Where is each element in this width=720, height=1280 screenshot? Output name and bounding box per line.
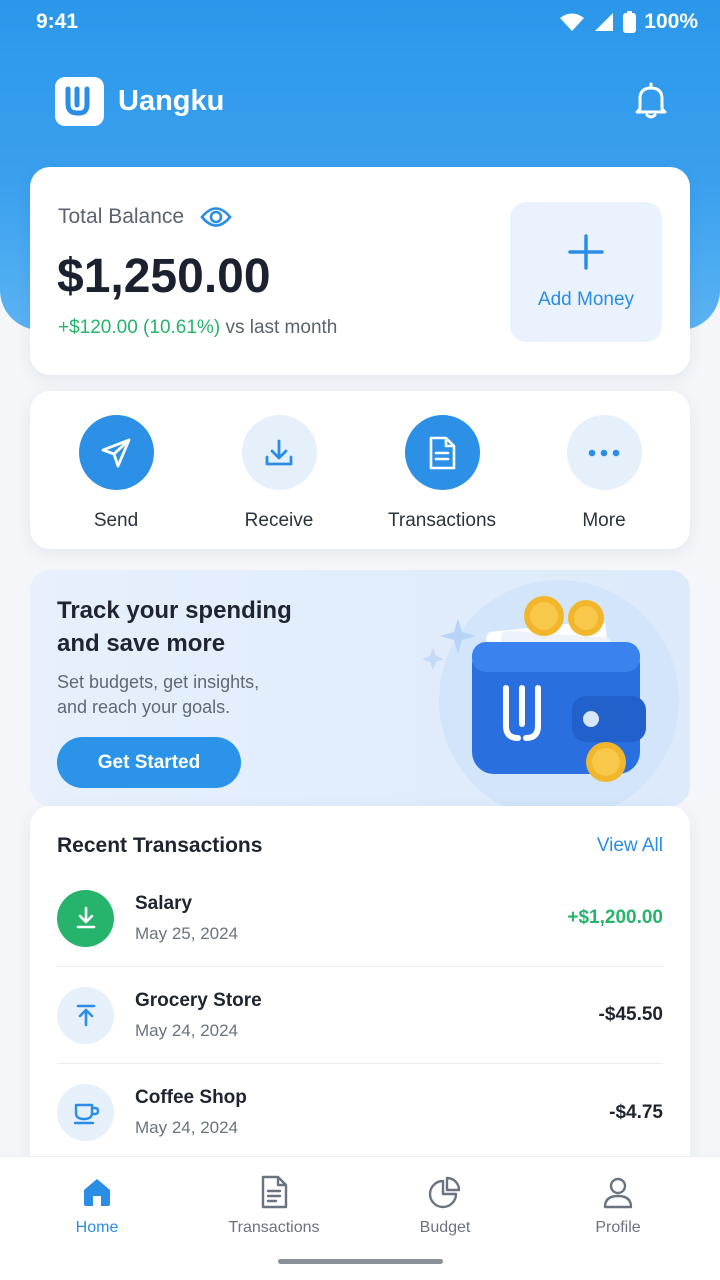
balance-delta-suffix: vs last month [225, 317, 338, 338]
promo-subtitle: Set budgets, get insights, and reach you… [57, 672, 260, 717]
promo-banner: Track your spending and save more Set bu… [30, 570, 690, 806]
eye-icon[interactable] [200, 206, 232, 228]
document-icon [261, 1175, 288, 1209]
download-icon [241, 415, 317, 490]
nav-label: Transactions [228, 1219, 320, 1236]
balance-delta-value: +$120.00 (10.61%) [58, 317, 221, 338]
status-icons: 100% [559, 10, 698, 34]
plus-icon [568, 234, 604, 270]
document-icon [404, 415, 480, 490]
balance-label: Total Balance [58, 205, 185, 228]
action-label: Transactions [387, 510, 497, 531]
upload-icon [57, 986, 114, 1044]
transaction-row[interactable]: Salary May 25, 2024 +$1,200.00 [57, 870, 663, 967]
action-label: More [582, 510, 626, 531]
balance-delta: +$120.00 (10.61%) vs last month [58, 317, 337, 339]
status-bar: 9:41 100% [0, 0, 720, 44]
recent-transactions-card: Recent Transactions View All Salary May … [30, 806, 690, 1206]
transaction-text: Grocery Store May 24, 2024 [135, 990, 599, 1041]
nav-label: Budget [419, 1219, 471, 1236]
transaction-text: Coffee Shop May 24, 2024 [135, 1087, 609, 1138]
nav-label: Profile [595, 1219, 641, 1236]
transaction-row[interactable]: Coffee Shop May 24, 2024 -$4.75 [57, 1064, 663, 1161]
quick-actions-card: Send Receive Transactions More [30, 391, 690, 549]
transaction-date: May 24, 2024 [135, 1020, 239, 1040]
balance-label-row: Total Balance [58, 205, 232, 229]
wallet-with-coins-illustration [422, 580, 679, 806]
action-transactions[interactable]: Transactions [372, 415, 512, 532]
nav-home[interactable]: Home [22, 1175, 172, 1237]
transaction-amount: -$4.75 [609, 1101, 663, 1123]
battery-level: 100% [644, 10, 698, 33]
app-name: Uangku [118, 84, 225, 117]
pie-chart-icon [428, 1176, 461, 1209]
action-more[interactable]: More [534, 415, 674, 532]
transaction-name: Coffee Shop [135, 1087, 247, 1108]
transaction-name: Grocery Store [135, 989, 262, 1011]
nav-budget[interactable]: Budget [370, 1175, 520, 1237]
action-label: Send [93, 510, 139, 531]
action-receive[interactable]: Receive [209, 415, 349, 532]
transaction-text: Salary May 25, 2024 [135, 893, 567, 944]
transaction-amount: +$1,200.00 [567, 907, 663, 928]
home-icon [84, 1179, 110, 1206]
nav-profile[interactable]: Profile [543, 1175, 693, 1237]
download-icon [57, 889, 114, 947]
battery-icon [623, 11, 637, 33]
transaction-date: May 24, 2024 [135, 1118, 239, 1137]
nav-transactions[interactable]: Transactions [199, 1175, 349, 1237]
balance-card: Total Balance $1,250.00 +$120.00 (10.61%… [30, 167, 690, 375]
transaction-row[interactable]: Grocery Store May 24, 2024 -$45.50 [57, 967, 663, 1064]
transaction-date: May 25, 2024 [135, 923, 239, 943]
action-send[interactable]: Send [46, 415, 186, 532]
add-money-button[interactable]: Add Money [510, 202, 662, 342]
recent-transactions-title: Recent Transactions [57, 834, 263, 857]
user-icon [603, 1177, 633, 1209]
status-time: 9:41 [36, 10, 79, 33]
promo-title: Track your spending and save more [57, 597, 292, 657]
brand: Uangku [55, 76, 225, 126]
view-all-link[interactable]: View All [597, 835, 663, 857]
nav-label: Home [75, 1219, 119, 1236]
add-money-label: Add Money [537, 289, 635, 310]
get-started-button[interactable]: Get Started [57, 737, 241, 788]
more-icon [566, 415, 642, 490]
recent-transactions-header: Recent Transactions View All [57, 834, 663, 858]
signal-icon [595, 13, 614, 31]
app-header: Uangku [55, 76, 675, 126]
home-indicator[interactable] [278, 1259, 443, 1264]
balance-amount: $1,250.00 [57, 250, 271, 303]
send-icon [78, 415, 154, 490]
bell-icon[interactable] [631, 81, 671, 121]
transaction-amount: -$45.50 [598, 1004, 663, 1025]
action-label: Receive [244, 510, 314, 531]
transaction-name: Salary [135, 892, 193, 914]
coffee-icon [57, 1084, 114, 1141]
wifi-icon [560, 13, 585, 31]
uangku-logo [55, 76, 104, 126]
